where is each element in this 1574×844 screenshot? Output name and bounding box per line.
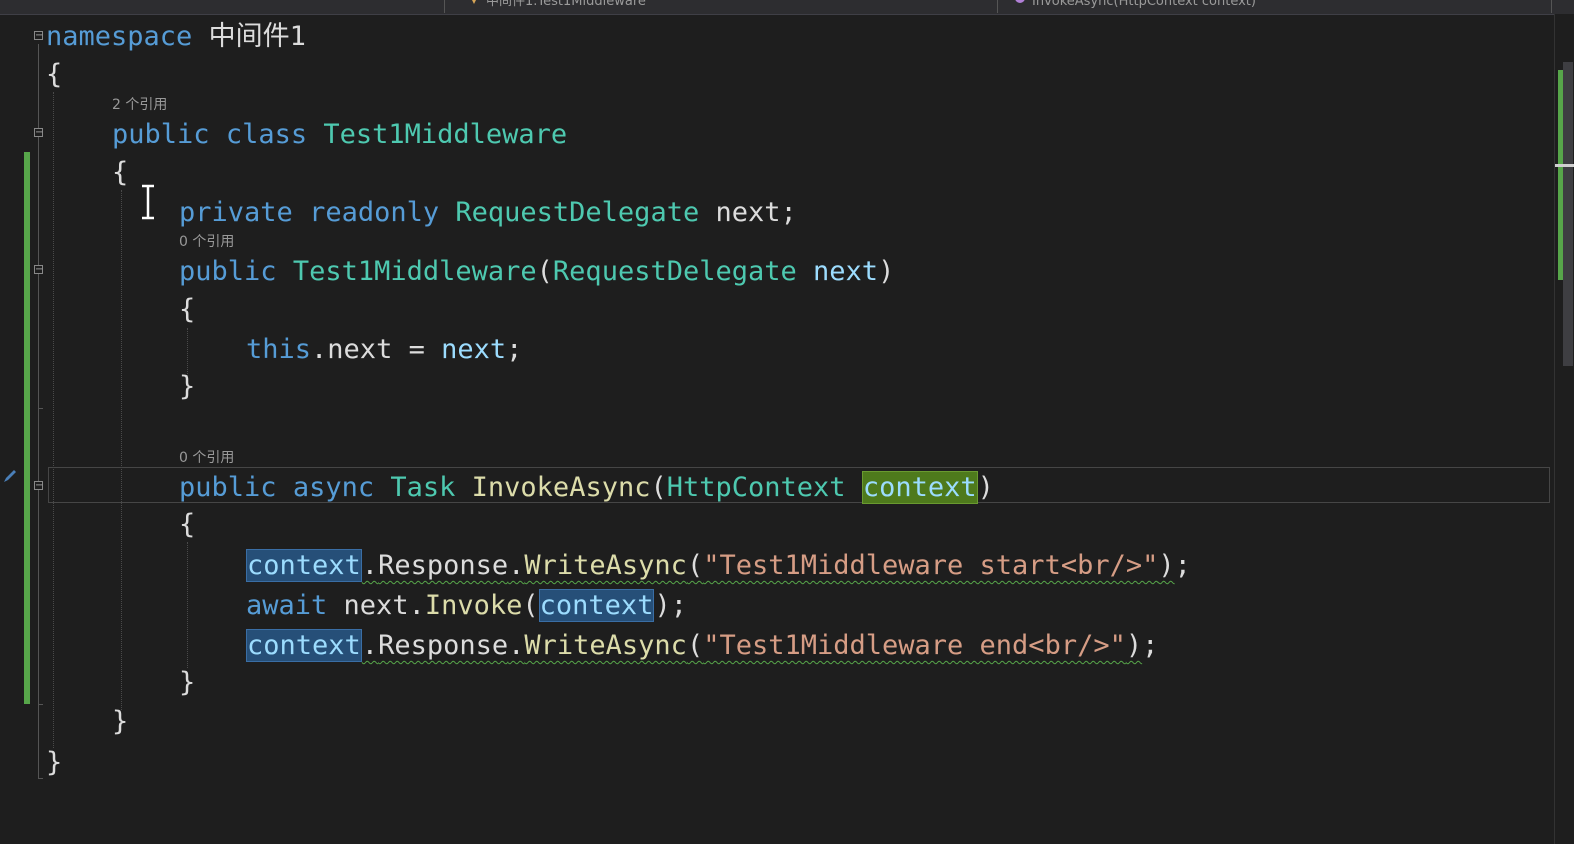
navigation-bar: 中间件1.Test1Middleware InvokeAsync(HttpCon…	[0, 0, 1574, 15]
keyword-namespace: namespace	[46, 21, 193, 52]
indent-guide	[187, 542, 188, 668]
code-line-await[interactable]: await next.Invoke(context);	[246, 589, 687, 623]
codelens-ctor-refs[interactable]: 0 个引用	[179, 234, 234, 250]
code-line-namespace-brace-close[interactable]: }	[46, 746, 62, 780]
code-line-assign[interactable]: this.next = next;	[246, 333, 522, 367]
keyword-await: await	[246, 590, 328, 621]
invoke-method: Invoke	[424, 590, 523, 621]
method-icon	[1015, 0, 1025, 3]
code-editor[interactable]: 中间件1.Test1Middleware InvokeAsync(HttpCon…	[0, 0, 1574, 844]
field-name: next	[715, 197, 781, 228]
codelens-class-refs[interactable]: 2 个引用	[112, 97, 167, 113]
code-line-namespace[interactable]: namespace 中间件1	[46, 20, 306, 54]
code-line-method-decl[interactable]: public async Task InvokeAsync(HttpContex…	[179, 471, 994, 505]
quick-action-pencil-icon[interactable]	[2, 468, 18, 484]
scrollbar-thumb[interactable]	[1563, 62, 1573, 366]
response-prop: Response	[378, 550, 509, 581]
scrollbar-caret-marker	[1555, 164, 1574, 167]
vertical-scrollbar[interactable]	[1554, 14, 1574, 844]
next-ref: next	[343, 590, 409, 621]
keyword-this: this	[246, 334, 312, 365]
code-line-brace-open[interactable]: {	[46, 58, 62, 92]
param-name-highlighted: context	[861, 471, 978, 504]
context-ref-highlighted: context	[246, 629, 362, 662]
method-name: InvokeAsync	[471, 472, 651, 503]
collapse-class-icon[interactable]: −	[34, 128, 43, 138]
code-line-method-brace-open[interactable]: {	[179, 508, 195, 542]
context-ref-highlighted: context	[246, 549, 362, 582]
collapse-method-icon[interactable]: −	[34, 481, 43, 491]
code-line-write-start[interactable]: context.Response.WriteAsync("Test1Middle…	[246, 549, 1191, 583]
nav-member-label: InvokeAsync(HttpContext context)	[1032, 0, 1256, 9]
code-line-ctor-brace-open[interactable]: {	[179, 293, 195, 327]
nav-project-dropdown[interactable]	[0, 0, 445, 13]
code-line-ctor-decl[interactable]: public Test1Middleware(RequestDelegate n…	[179, 255, 894, 289]
indent-guide	[121, 190, 122, 710]
code-line-class-decl[interactable]: public class Test1Middleware	[112, 118, 567, 152]
code-line-method-brace-close[interactable]: }	[179, 666, 195, 700]
change-indicator-bar	[24, 152, 30, 704]
assign-source: next	[441, 334, 507, 365]
return-type: Task	[390, 472, 456, 503]
outline-tick	[38, 408, 43, 409]
write-method: WriteAsync	[524, 550, 687, 581]
ctor-param-name: next	[813, 256, 879, 287]
nav-type-label: 中间件1.Test1Middleware	[486, 0, 646, 9]
class-name: Test1Middleware	[323, 119, 568, 150]
response-prop: Response	[378, 630, 509, 661]
code-line-class-brace[interactable]: {	[112, 156, 128, 190]
code-line-ctor-brace-close[interactable]: }	[179, 370, 195, 404]
ctor-param-type: RequestDelegate	[552, 256, 797, 287]
nav-member-dropdown[interactable]: InvokeAsync(HttpContext context)	[1000, 0, 1552, 13]
namespace-name: 中间件1	[208, 21, 306, 52]
context-arg-highlighted: context	[538, 589, 655, 622]
assign-target: next	[327, 334, 393, 365]
indent-guide	[53, 92, 54, 748]
param-type: HttpContext	[666, 472, 846, 503]
outline-line	[38, 44, 39, 778]
outline-tick	[38, 778, 43, 779]
outline-tick	[38, 704, 43, 705]
string-start: "Test1Middleware start<br/>"	[703, 550, 1159, 581]
write-method: WriteAsync	[524, 630, 687, 661]
collapse-ctor-icon[interactable]: −	[34, 265, 43, 275]
field-type: RequestDelegate	[455, 197, 700, 228]
string-end: "Test1Middleware end<br/>"	[703, 630, 1126, 661]
text-cursor-icon	[142, 184, 154, 220]
ctor-name: Test1Middleware	[292, 256, 537, 287]
code-line-field[interactable]: private readonly RequestDelegate next;	[179, 196, 797, 230]
class-icon	[472, 0, 476, 4]
code-line-class-brace-close[interactable]: }	[112, 705, 128, 739]
collapse-namespace-icon[interactable]: −	[34, 31, 43, 41]
codelens-invoke-refs[interactable]: 0 个引用	[179, 450, 234, 466]
nav-type-dropdown[interactable]: 中间件1.Test1Middleware	[446, 0, 998, 13]
code-line-write-end[interactable]: context.Response.WriteAsync("Test1Middle…	[246, 629, 1158, 663]
